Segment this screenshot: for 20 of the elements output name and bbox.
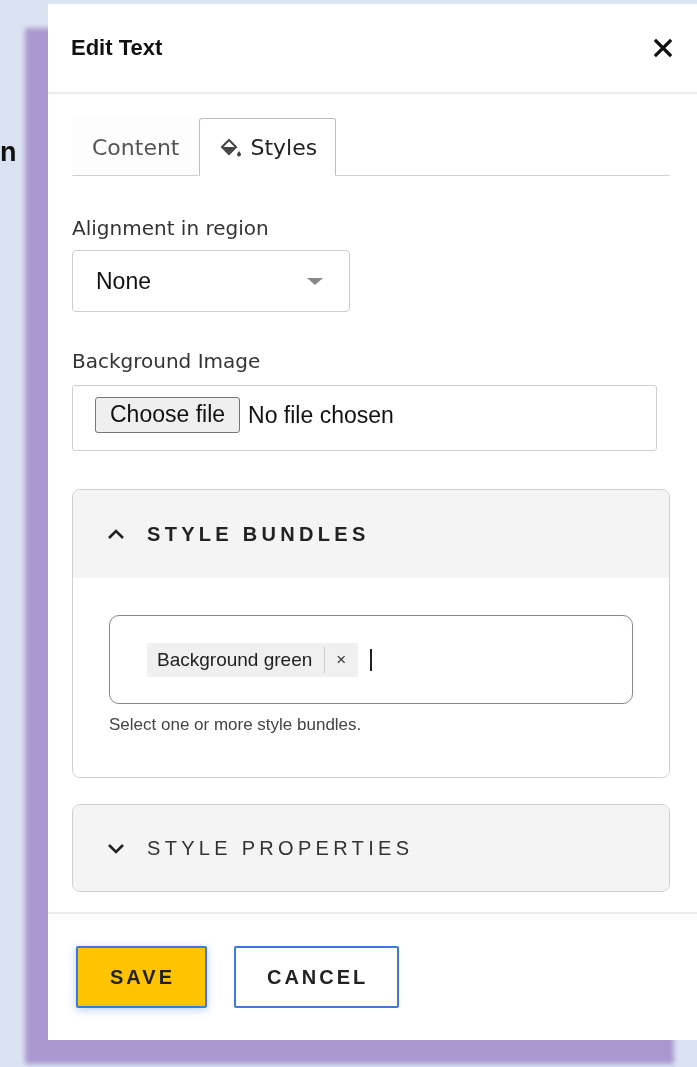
field-label: Background Image: [72, 349, 262, 373]
chevron-up-icon: [107, 527, 125, 541]
tag-input[interactable]: Background green ×: [109, 615, 633, 704]
help-text: Select one or more style bundles.: [109, 715, 363, 735]
file-status: No file chosen: [248, 401, 394, 429]
tag-chip: Background green ×: [147, 642, 359, 677]
close-icon[interactable]: [653, 38, 673, 58]
text-cursor: [370, 648, 373, 671]
save-button[interactable]: SAVE: [76, 946, 207, 1008]
accordion-header[interactable]: STYLE PROPERTIES: [73, 805, 669, 891]
choose-file-button[interactable]: Choose file: [95, 397, 241, 433]
remove-tag-button[interactable]: ×: [325, 649, 359, 670]
chevron-down-icon: [107, 841, 125, 855]
dropdown-arrow-icon: [307, 277, 323, 285]
background-text: n: [0, 137, 17, 168]
tab[interactable]: Styles: [198, 118, 337, 176]
alignment-select[interactable]: None: [72, 250, 350, 312]
cancel-button[interactable]: CANCEL: [234, 946, 400, 1008]
dialog-title: Edit Text: [71, 35, 163, 61]
field-label: Alignment in region: [72, 216, 270, 240]
